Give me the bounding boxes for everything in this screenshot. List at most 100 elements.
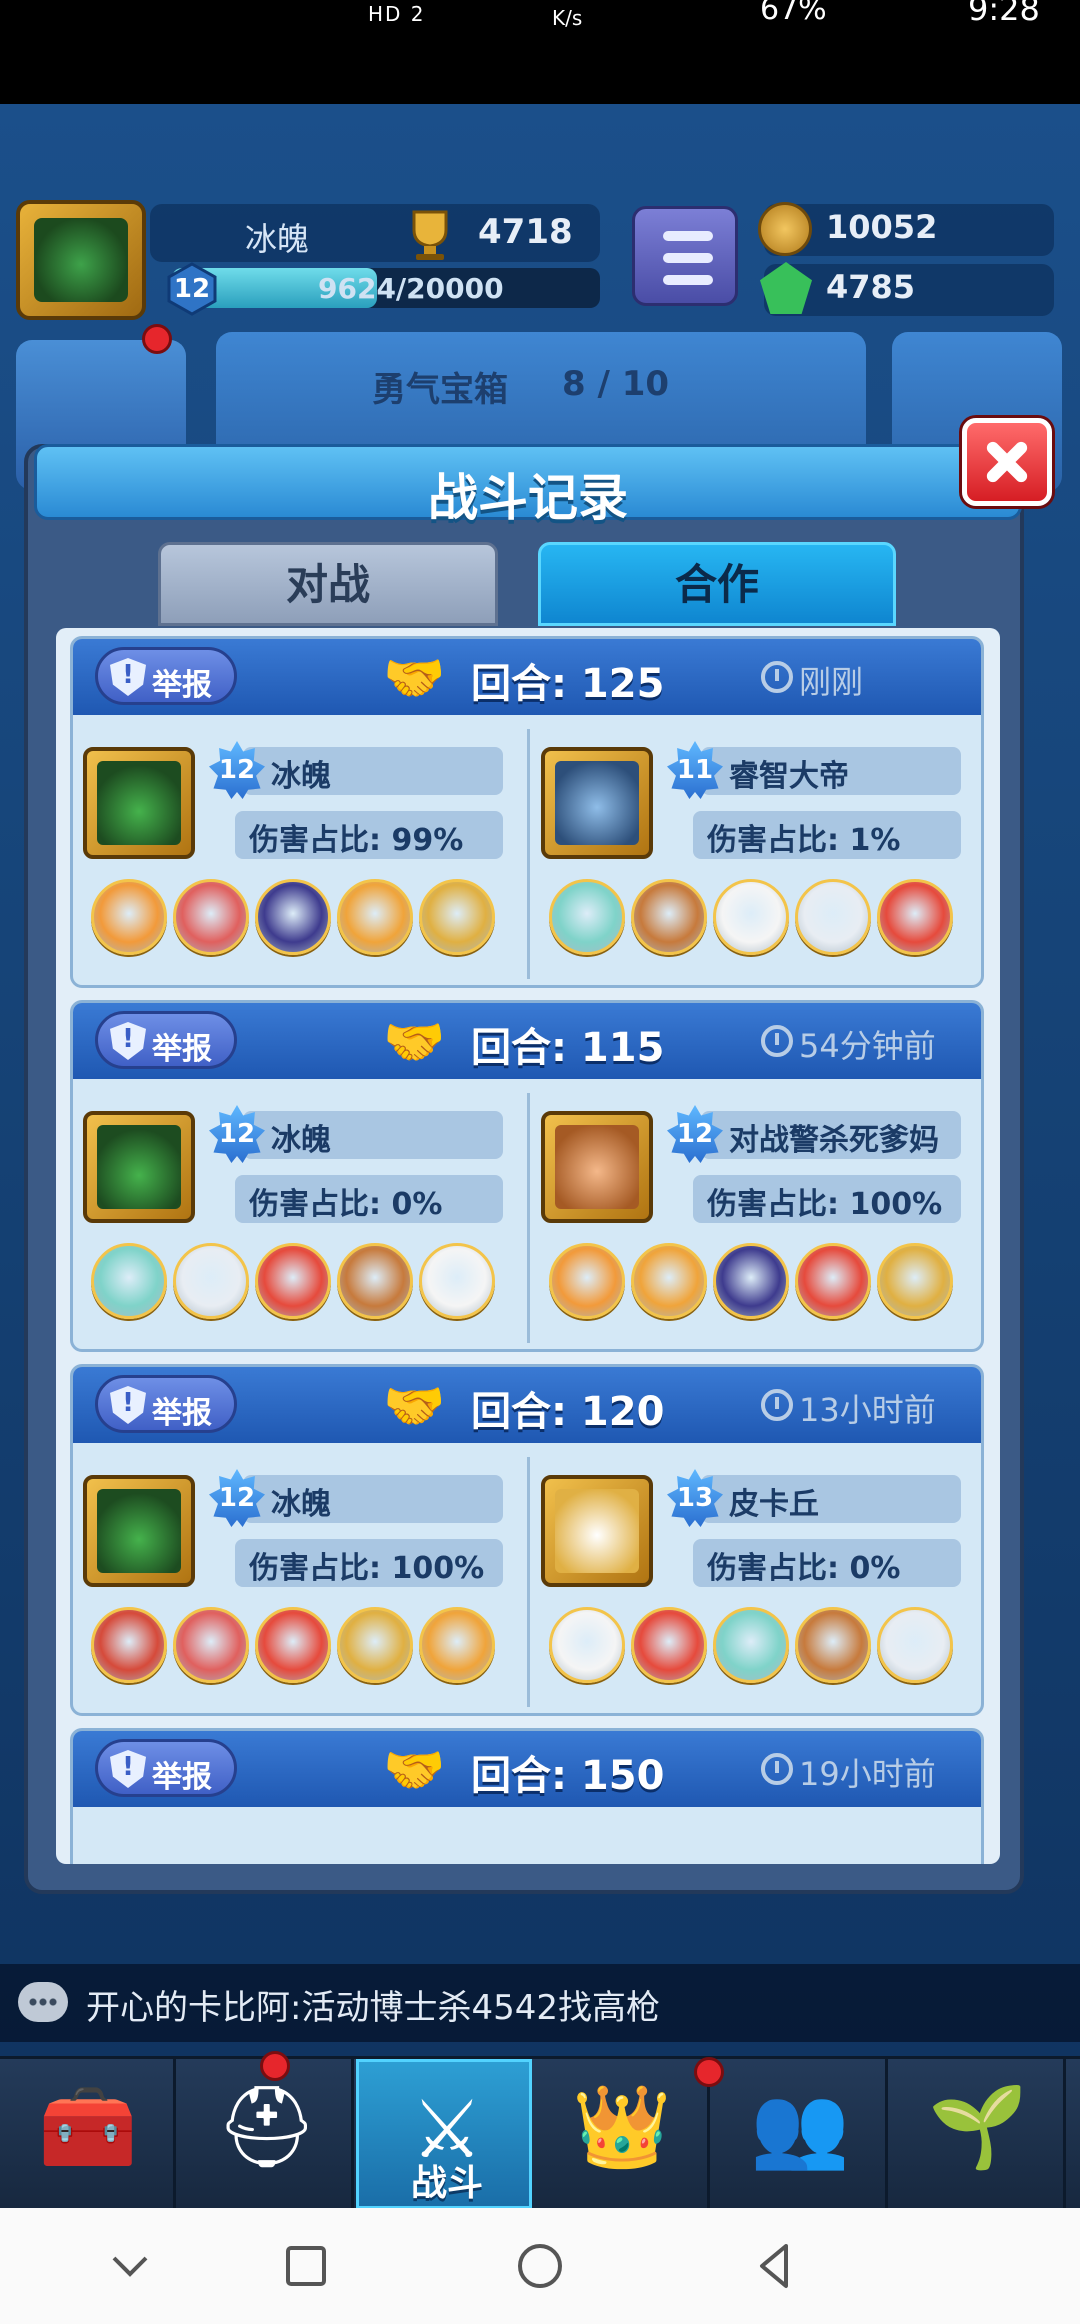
report-label: 举报 [152, 668, 212, 703]
record-header: 举报 🤝 回合: 115 54分钟前 [73, 1003, 981, 1079]
nav-tab-garden[interactable]: 🌱 [890, 2059, 1066, 2209]
hero-icon[interactable] [91, 879, 167, 955]
hero-icon[interactable] [91, 1607, 167, 1683]
record-header: 举报 🤝 回合: 150 19小时前 [73, 1731, 981, 1807]
chevron-down-icon[interactable] [100, 2236, 160, 2296]
avatar[interactable] [541, 1475, 653, 1587]
handshake-icon: 🤝 [383, 1013, 446, 1071]
hero-icon[interactable] [549, 1607, 625, 1683]
avatar[interactable] [83, 1111, 195, 1223]
hero-lineup [549, 1607, 969, 1689]
nav-tab-shop[interactable]: 🧰 [0, 2059, 176, 2209]
player-name: 睿智大帝 [729, 759, 849, 794]
damage-share: 伤害占比: 100% [249, 1551, 485, 1586]
hero-icon[interactable] [91, 1243, 167, 1319]
heroes-notification-dot [260, 2051, 290, 2081]
hero-icon[interactable] [337, 879, 413, 955]
hero-icon[interactable] [255, 879, 331, 955]
back-icon[interactable] [746, 2236, 806, 2296]
hero-icon[interactable] [713, 879, 789, 955]
avatar[interactable] [83, 747, 195, 859]
record-list[interactable]: 举报 🤝 回合: 125 刚刚 冰魄 12 伤害占比: 99% [56, 628, 1000, 1864]
round-count: 回合: 120 [471, 1389, 665, 1435]
report-button[interactable]: 举报 [95, 1011, 237, 1069]
clock-icon [761, 1389, 793, 1421]
hero-icon[interactable] [795, 879, 871, 955]
nav-tab-rank[interactable]: 👑 [534, 2059, 710, 2209]
player-avatar[interactable] [16, 200, 146, 320]
hero-icon[interactable] [549, 879, 625, 955]
column-divider [527, 1093, 530, 1343]
hero-icon[interactable] [877, 1607, 953, 1683]
hero-icon[interactable] [631, 1607, 707, 1683]
chest-title: 勇气宝箱 [372, 370, 508, 410]
player-right: 睿智大帝 11 伤害占比: 1% [531, 727, 981, 985]
menu-button[interactable] [632, 206, 738, 306]
hero-icon[interactable] [337, 1243, 413, 1319]
hero-icon[interactable] [419, 1607, 495, 1683]
hero-icon[interactable] [337, 1607, 413, 1683]
damage-share: 伤害占比: 0% [707, 1551, 901, 1586]
shield-icon [110, 1386, 146, 1424]
hero-icon[interactable] [631, 879, 707, 955]
avatar[interactable] [541, 747, 653, 859]
damage-share: 伤害占比: 0% [249, 1187, 443, 1222]
hero-icon[interactable] [173, 1607, 249, 1683]
network-speed: K/s [552, 6, 583, 30]
hero-icon[interactable] [255, 1243, 331, 1319]
player-left: 冰魄 12 伤害占比: 100% [73, 1455, 523, 1713]
coin-icon [758, 202, 812, 256]
battery-level: 67% [760, 0, 827, 27]
trophy-icon [412, 210, 448, 260]
shop-icon: 🧰 [38, 2080, 138, 2173]
record-card: 举报 🤝 回合: 150 19小时前 [70, 1728, 984, 1864]
avatar[interactable] [541, 1111, 653, 1223]
chat-icon[interactable] [18, 1982, 68, 2022]
player-name: 冰魄 [271, 759, 331, 794]
chat-message: 开心的卡比阿:活动博士杀4542找高枪 [86, 1988, 660, 2028]
avatar[interactable] [83, 1475, 195, 1587]
handshake-icon: 🤝 [383, 1741, 446, 1799]
report-button[interactable]: 举报 [95, 647, 237, 705]
player-name: 冰魄 [271, 1487, 331, 1522]
nav-tab-battle[interactable]: ⚔ 战斗 [356, 2059, 532, 2209]
clock-icon [761, 661, 793, 693]
record-time: 刚刚 [799, 663, 864, 701]
report-button[interactable]: 举报 [95, 1375, 237, 1433]
player-right: 皮卡丘 13 伤害占比: 0% [531, 1455, 981, 1713]
rank-icon: 👑 [572, 2080, 672, 2173]
hero-icon[interactable] [549, 1243, 625, 1319]
hero-icon[interactable] [877, 879, 953, 955]
damage-share: 伤害占比: 100% [707, 1187, 943, 1222]
hero-icon[interactable] [877, 1243, 953, 1319]
close-button[interactable] [962, 418, 1052, 506]
hero-icon[interactable] [795, 1243, 871, 1319]
player-name: 皮卡丘 [729, 1487, 819, 1522]
tab-versus[interactable]: 对战 [158, 542, 498, 626]
hero-icon[interactable] [795, 1607, 871, 1683]
hero-icon[interactable] [255, 1607, 331, 1683]
recents-icon[interactable] [276, 2236, 336, 2296]
hero-icon[interactable] [173, 1243, 249, 1319]
home-icon[interactable] [510, 2236, 570, 2296]
hero-icon[interactable] [631, 1243, 707, 1319]
report-button[interactable]: 举报 [95, 1739, 237, 1797]
hero-icon[interactable] [713, 1607, 789, 1683]
hero-icon[interactable] [419, 1243, 495, 1319]
nav-tab-social[interactable]: 👥 [712, 2059, 888, 2209]
hero-icon[interactable] [173, 879, 249, 955]
garden-icon: 🌱 [928, 2080, 1028, 2173]
hero-lineup [91, 879, 511, 961]
player-right: 对战警杀死爹妈 12 伤害占比: 100% [531, 1091, 981, 1349]
hero-icon[interactable] [419, 879, 495, 955]
hero-icon[interactable] [713, 1243, 789, 1319]
column-divider [527, 1457, 530, 1707]
clock-icon [761, 1753, 793, 1785]
clock-icon [761, 1025, 793, 1057]
level-badge-icon [167, 262, 217, 316]
shield-icon [110, 658, 146, 696]
tab-coop[interactable]: 合作 [538, 542, 896, 626]
nav-tab-heroes[interactable]: ⛑ [178, 2059, 354, 2209]
record-time: 13小时前 [799, 1391, 936, 1429]
shield-icon [110, 1022, 146, 1060]
